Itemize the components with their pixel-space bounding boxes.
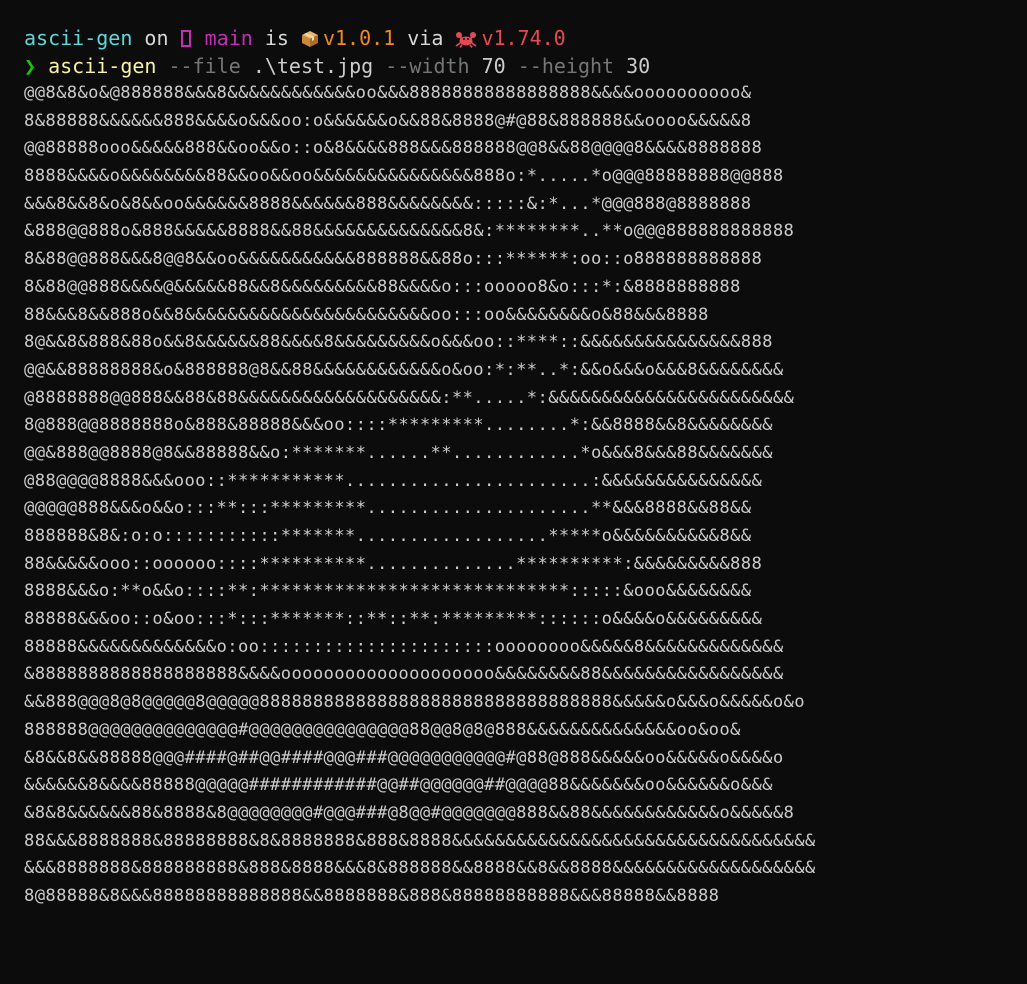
ascii-row: &&&8888888&888888888&888&8888&&&8&888888… xyxy=(24,858,816,879)
prompt-rust: v1.74.0 xyxy=(455,26,566,50)
ascii-row: @@&&88888888&o&888888@8&&88&&&&&&&&&&&&o… xyxy=(24,359,784,380)
ascii-row: 88&&&&&ooo::oooooo::::**********........… xyxy=(24,553,763,574)
shell-prompt: ascii-gen on main is v1.0.1 via v1.74.0 xyxy=(24,24,1027,52)
ascii-row: 8@&&8&888&88o&&8&&&&&&88&&&&8&&&&&&&&&o&… xyxy=(24,332,773,353)
ascii-row: @@88888ooo&&&&&888&&oo&&o::o&8&&&&888&&&… xyxy=(24,138,763,159)
command-line[interactable]: ❯ ascii-gen --file .\test.jpg --width 70… xyxy=(24,52,1027,80)
ascii-row: 8@88888&8&&&88888888888888&&8888888&888&… xyxy=(24,885,720,906)
crab-icon xyxy=(455,32,477,48)
width-flag: --width xyxy=(385,54,470,78)
ascii-row: 8888&&&o:**o&&o::::**:******************… xyxy=(24,581,752,602)
ascii-row: 88888&&&&&&&&&&&&&o:oo::::::::::::::::::… xyxy=(24,636,784,657)
package-version: v1.0.1 xyxy=(322,26,396,50)
ascii-row: &&&8&&8&o&8&&oo&&&&&&8888&&&&&&888&&&&&&… xyxy=(24,193,752,214)
ascii-row: &8&8&&&&&&88&8888&8@@@@@@@@#@@@###@8@@#@… xyxy=(24,802,795,823)
ascii-row: 88888&&&oo::o&oo:::*:::*******::**::**:*… xyxy=(24,609,763,630)
width-value: 70 xyxy=(481,54,506,78)
command-name: ascii-gen xyxy=(48,54,157,78)
height-flag: --height xyxy=(517,54,615,78)
file-value: .\test.jpg xyxy=(252,54,374,78)
ascii-row: @@&888@@8888@8&&88888&&o:*******......**… xyxy=(24,442,773,463)
ascii-row: 888888@@@@@@@@@@@@@@#@@@@@@@@@@@@@@@88@@… xyxy=(24,719,741,740)
prompt-chevron-icon: ❯ xyxy=(24,54,37,78)
ascii-row: 888888&8&:o:o:::::::::::*******.........… xyxy=(24,526,752,546)
ascii-row: 8&88@@888&&&&@&&&&&88&&8&&&&&&&&&88&&&&o… xyxy=(24,276,741,297)
ascii-row: &&&&&&8&&&&88888@@@@@############@@##@@@… xyxy=(24,775,773,796)
git-branch-icon xyxy=(180,30,191,47)
height-value: 30 xyxy=(626,54,651,78)
ascii-row: 8&88@@888&&&8@@8&&oo&&&&&&&&&&&888888&&8… xyxy=(24,249,763,270)
ascii-row: &8&&8&&88888@@@####@##@@####@@@###@@@@@@… xyxy=(24,747,784,768)
prompt-branch-name: main xyxy=(204,26,253,50)
ascii-row: &8888888888888888888&&&&oooooooooooooooo… xyxy=(24,664,784,685)
ascii-row: 88&&&8888888&88888888&8&8888888&888&8888… xyxy=(24,830,816,851)
ascii-art-output: @@8&8&o&@888888&&&8&&&&&&&&&&&&oo&&&8888… xyxy=(24,80,1027,911)
ascii-row: @@@@@888&&&o&&o:::**:::*********........… xyxy=(24,498,752,519)
prompt-on-text: on xyxy=(144,26,169,50)
prompt-via-text: via xyxy=(407,26,444,50)
ascii-row: 8888&&&&o&&&&&&&&88&&oo&&oo&&&&&&&&&&&&&… xyxy=(24,166,784,187)
ascii-row: @8888888@@888&&88&88&&&&&&&&&&&&&&&&&&&:… xyxy=(24,387,795,408)
prompt-branch: main xyxy=(180,26,253,50)
file-flag: --file xyxy=(168,54,241,78)
ascii-row: &&888@@@8@8@@@@@8@@@@@888888888888888888… xyxy=(24,692,805,713)
ascii-row: @88@@@@8888&&&ooo::***********..........… xyxy=(24,470,763,491)
package-icon xyxy=(301,31,318,47)
ascii-row: 8&88888&&&&&&888&&&&o&&&oo:o&&&&&&o&&88&… xyxy=(24,110,752,131)
prompt-directory: ascii-gen xyxy=(24,26,133,50)
ascii-row: 88&&&8&&888o&&8&&&&&&&&&&&&&&&&&&&&&&&oo… xyxy=(24,304,709,325)
prompt-is-text: is xyxy=(264,26,289,50)
ascii-row: &888@@888o&888&&&&&8888&&88&&&&&&&&&&&&&… xyxy=(24,221,795,242)
prompt-package: v1.0.1 xyxy=(301,26,395,50)
ascii-row: @@8&8&o&@888888&&&8&&&&&&&&&&&&oo&&&8888… xyxy=(24,83,752,103)
rust-version: v1.74.0 xyxy=(481,26,566,50)
ascii-row: 8@888@@8888888o&888&88888&&&oo::::******… xyxy=(24,415,773,436)
terminal-window[interactable]: ascii-gen on main is v1.0.1 via v1.74.0 … xyxy=(0,0,1027,984)
